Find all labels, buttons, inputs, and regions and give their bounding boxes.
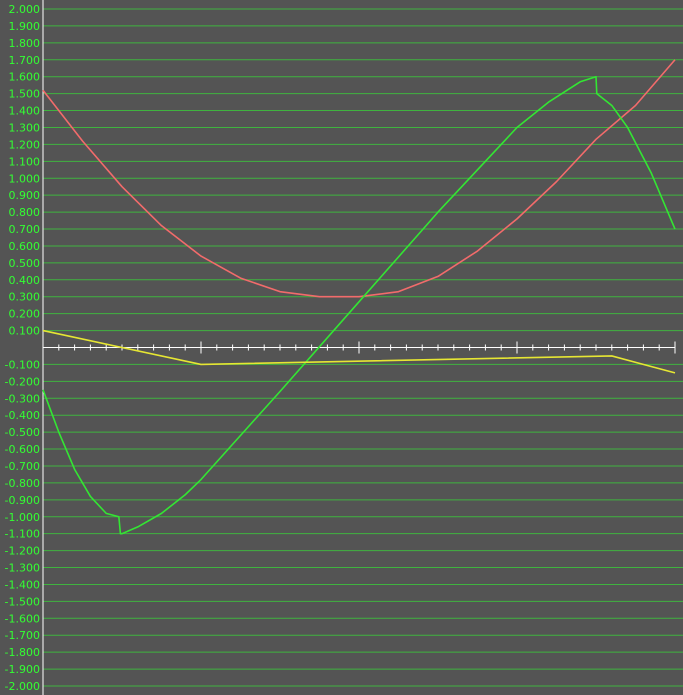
y-tick-label: -1.800: [5, 646, 40, 659]
y-tick-label: 0.800: [9, 206, 41, 219]
y-tick-label: -0.300: [5, 392, 40, 405]
y-tick-label: -1.900: [5, 663, 40, 676]
y-tick-label: -1.500: [5, 595, 40, 608]
y-tick-label: -1.200: [5, 545, 40, 558]
y-tick-label: -1.600: [5, 612, 40, 625]
y-tick-label: 1.900: [9, 20, 41, 33]
y-tick-label: -1.000: [5, 511, 40, 524]
y-tick-label: -0.600: [5, 443, 40, 456]
y-tick-label: -1.400: [5, 578, 40, 591]
y-tick-label: 1.600: [9, 71, 41, 84]
y-tick-label: -1.300: [5, 562, 40, 575]
y-tick-label: 1.700: [9, 54, 41, 67]
y-tick-label: 0.900: [9, 189, 41, 202]
y-tick-label: -1.700: [5, 629, 40, 642]
y-tick-label: 1.000: [9, 172, 41, 185]
y-tick-label: -0.800: [5, 477, 40, 490]
y-tick-label: 0.700: [9, 223, 41, 236]
y-tick-label: -2.000: [5, 680, 40, 693]
y-tick-label: -0.400: [5, 409, 40, 422]
y-tick-label: -1.100: [5, 528, 40, 541]
y-tick-label: 0.500: [9, 257, 41, 270]
line-chart: 2.000 1.900 1.800 1.700 1.600 1.500 1.400 1.300…: [0, 0, 683, 695]
y-tick-label: 1.500: [9, 88, 41, 101]
y-tick-label: -0.200: [5, 375, 40, 388]
y-tick-label: 1.200: [9, 138, 41, 151]
y-tick-label: 0.200: [9, 308, 41, 321]
y-tick-label: 0.300: [9, 291, 41, 304]
y-tick-label: 0.600: [9, 240, 41, 253]
y-tick-label: -0.700: [5, 460, 40, 473]
y-tick-label: -0.500: [5, 426, 40, 439]
y-tick-label: -0.100: [5, 358, 40, 371]
y-tick-label: 1.800: [9, 37, 41, 50]
y-tick-label: 1.300: [9, 121, 41, 134]
y-tick-label: 0.400: [9, 274, 41, 287]
y-tick-label: 0.100: [9, 325, 41, 338]
y-tick-label: 2.000: [9, 3, 41, 16]
y-tick-label: 1.400: [9, 105, 41, 118]
y-tick-label: -0.900: [5, 494, 40, 507]
y-tick-label: 1.100: [9, 155, 41, 168]
